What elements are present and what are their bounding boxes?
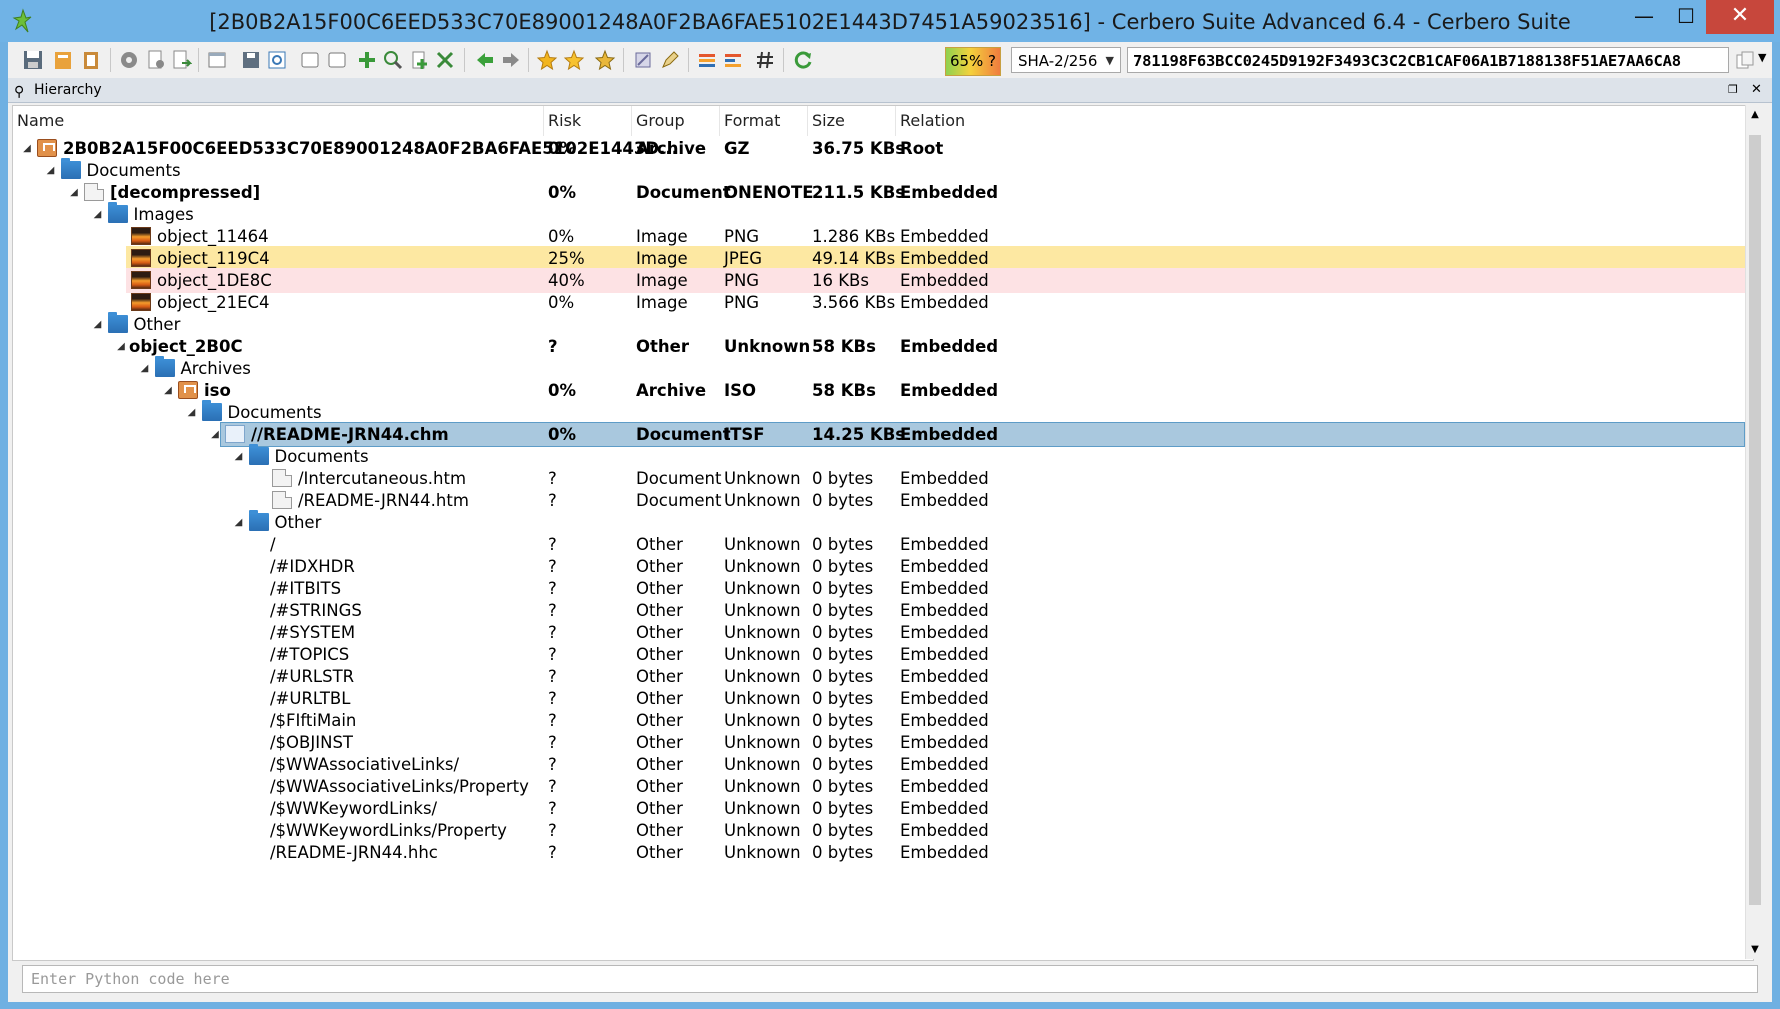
folder-icon — [248, 510, 269, 531]
close-button[interactable]: ✕ — [1706, 0, 1774, 34]
toolbar-separator — [464, 48, 465, 72]
hierarchy-tree[interactable]: Name Risk Group Format Size Relation ◢ 2B… — [12, 105, 1754, 961]
clipboard-icon[interactable] — [80, 49, 102, 71]
doc-icon — [272, 491, 292, 509]
toolbar-separator — [623, 48, 624, 72]
tree-row[interactable]: /README-JRN44.hhc? Other Unknown 0 bytes Emb… — [13, 840, 1745, 865]
column-header-group[interactable]: Group — [632, 106, 720, 136]
folder-icon — [107, 312, 128, 333]
disk-icon[interactable] — [240, 49, 262, 71]
add-icon[interactable] — [356, 49, 378, 71]
toolbar-separator — [110, 48, 111, 72]
maximize-button[interactable]: ☐ — [1660, 0, 1712, 34]
column-header-format[interactable]: Format — [720, 106, 808, 136]
hierarchy-panel-header: ⚲ Hierarchy ❐ ✕ — [8, 78, 1772, 103]
float-panel-icon[interactable]: ❐ — [1728, 78, 1738, 102]
document-gear-icon[interactable] — [145, 49, 167, 71]
column-header-relation[interactable]: Relation — [896, 106, 1745, 136]
row-risk: ? — [548, 843, 557, 862]
hex-view-icon[interactable] — [696, 49, 718, 71]
scroll-down-icon[interactable]: ▼ — [1746, 944, 1764, 955]
image-icon — [131, 271, 151, 289]
panel-title: Hierarchy — [34, 82, 102, 98]
main-window: 65% ? SHA-2/256 ▼ 781198F63BCC0245D9192F… — [8, 42, 1772, 1002]
chm-icon — [225, 425, 245, 443]
toolbar-separator — [528, 48, 529, 72]
row-format: Unknown — [724, 843, 801, 862]
document-export-icon[interactable] — [170, 49, 192, 71]
row-name: /README-JRN44.hhc — [270, 843, 438, 862]
scrollbar-thumb[interactable] — [1749, 135, 1761, 905]
column-header-size[interactable]: Size — [808, 106, 896, 136]
column-header-row: Name Risk Group Format Size Relation — [13, 106, 1753, 136]
close-panel-icon[interactable]: ✕ — [1751, 78, 1762, 102]
folder-icon — [60, 158, 81, 179]
layout-view-icon[interactable] — [722, 49, 744, 71]
window-icon[interactable] — [206, 49, 228, 71]
star-icon[interactable] — [563, 49, 585, 71]
toolbar: 65% ? SHA-2/256 ▼ 781198F63BCC0245D9192F… — [8, 42, 1772, 79]
toolbar-separator — [688, 48, 689, 72]
row-size: 0 bytes — [812, 843, 874, 862]
toolbar-separator — [198, 48, 199, 72]
folder-icon — [248, 444, 269, 465]
refresh-view-icon[interactable] — [266, 49, 288, 71]
title-bar: [2B0B2A15F00C6EED533C70E89001248A0F2BA6F… — [0, 0, 1780, 42]
scroll-up-icon[interactable]: ▲ — [1746, 109, 1764, 120]
column-header-name[interactable]: Name — [13, 106, 544, 136]
add-file-icon[interactable] — [408, 49, 430, 71]
hash-icon[interactable] — [754, 49, 776, 71]
python-input[interactable]: Enter Python code here — [22, 965, 1758, 993]
edit-icon[interactable] — [659, 49, 681, 71]
copy-icon[interactable] — [1734, 49, 1756, 71]
panel-icon[interactable] — [299, 49, 321, 71]
panel-alt-icon[interactable] — [326, 49, 348, 71]
star-add-icon[interactable] — [594, 49, 616, 71]
row-relation: Embedded — [900, 843, 989, 862]
open-icon[interactable] — [52, 49, 74, 71]
settings-icon[interactable] — [118, 49, 140, 71]
hierarchy-icon: ⚲ — [14, 84, 25, 100]
forward-arrow-icon[interactable] — [500, 49, 522, 71]
back-arrow-icon[interactable] — [474, 49, 496, 71]
reload-icon[interactable] — [792, 49, 814, 71]
search-icon[interactable] — [382, 49, 404, 71]
image-icon — [131, 249, 151, 267]
image-icon — [131, 227, 151, 245]
hash-value-field[interactable]: 781198F63BCC0245D9192F3493C3C2CB1CAF06A1… — [1127, 47, 1729, 73]
save-icon[interactable] — [22, 49, 44, 71]
archive-icon — [178, 381, 198, 399]
archive-icon — [37, 139, 57, 157]
column-header-risk[interactable]: Risk — [544, 106, 632, 136]
vertical-scrollbar[interactable]: ▲ ▼ — [1745, 105, 1764, 959]
hash-algorithm-select[interactable]: SHA-2/256 ▼ — [1011, 47, 1121, 73]
image-icon — [131, 293, 151, 311]
remove-icon[interactable] — [434, 49, 456, 71]
row-group: Other — [636, 843, 683, 862]
toolbar-overflow-icon[interactable]: ▼ — [1758, 51, 1766, 64]
folder-icon — [201, 400, 222, 421]
hash-algorithm-value: SHA-2/256 — [1018, 52, 1098, 70]
window-title: [2B0B2A15F00C6EED533C70E89001248A0F2BA6F… — [209, 10, 1571, 34]
doc-icon — [272, 469, 292, 487]
bookmark-star-icon[interactable] — [536, 49, 558, 71]
tools-icon[interactable] — [632, 49, 654, 71]
folder-icon — [107, 202, 128, 223]
chevron-down-icon: ▼ — [1105, 54, 1114, 67]
risk-badge[interactable]: 65% ? — [945, 47, 1001, 76]
folder-icon — [154, 356, 175, 377]
toolbar-separator — [783, 48, 784, 72]
doc-icon — [84, 183, 104, 201]
